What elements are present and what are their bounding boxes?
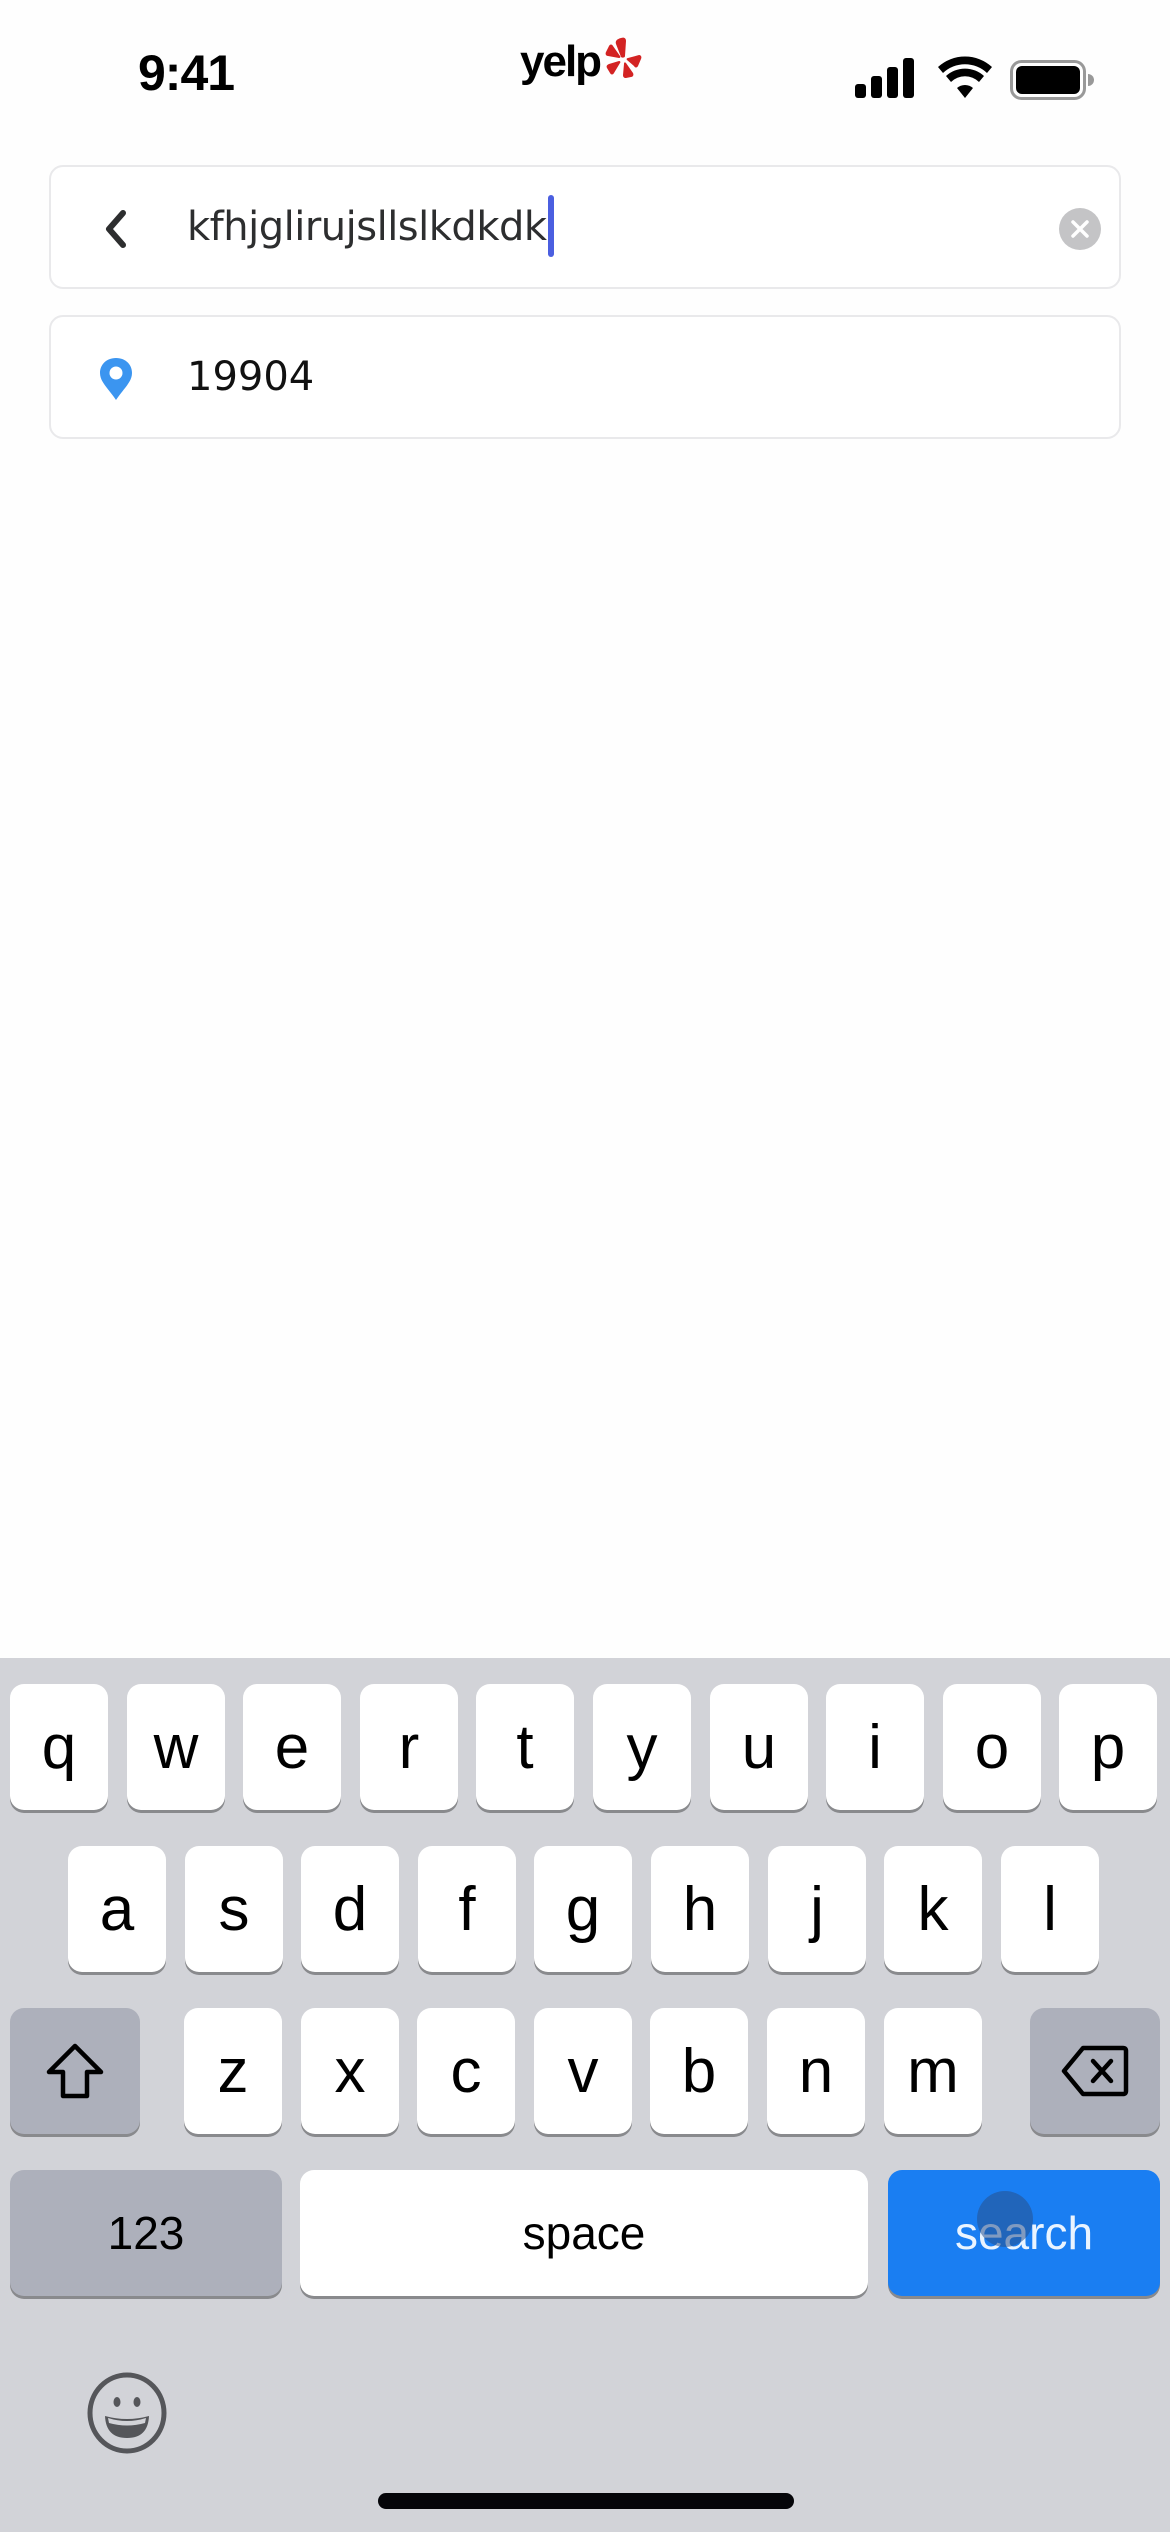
text-caret	[547, 195, 554, 257]
search-input[interactable]: kfhjglirujsllslkdkdk	[187, 167, 554, 287]
key-u[interactable]: u	[710, 1684, 808, 1810]
status-bar: 9:41 yelp	[0, 0, 1170, 140]
key-s[interactable]: s	[185, 1846, 283, 1972]
key-e[interactable]: e	[243, 1684, 341, 1810]
location-field[interactable]: 19904	[49, 315, 1121, 439]
key-g[interactable]: g	[534, 1846, 632, 1972]
location-pin-icon	[100, 358, 132, 400]
search-input-text: kfhjglirujsllslkdkdk	[187, 204, 547, 250]
key-n[interactable]: n	[767, 2008, 865, 2134]
key-c[interactable]: c	[417, 2008, 515, 2134]
home-indicator[interactable]	[378, 2493, 794, 2509]
numbers-key[interactable]: 123	[10, 2170, 282, 2296]
key-j[interactable]: j	[768, 1846, 866, 1972]
wifi-icon	[938, 56, 992, 98]
back-chevron-icon	[106, 210, 126, 248]
emoji-icon	[87, 2372, 167, 2454]
battery-icon	[1010, 60, 1094, 100]
key-f[interactable]: f	[418, 1846, 516, 1972]
key-x[interactable]: x	[301, 2008, 399, 2134]
touch-indicator	[977, 2191, 1033, 2247]
key-t[interactable]: t	[476, 1684, 574, 1810]
status-time: 9:41	[138, 45, 235, 101]
key-a[interactable]: a	[68, 1846, 166, 1972]
key-o[interactable]: o	[943, 1684, 1041, 1810]
delete-key[interactable]	[1030, 2008, 1160, 2134]
yelp-logo: yelp	[520, 36, 642, 86]
key-r[interactable]: r	[360, 1684, 458, 1810]
key-i[interactable]: i	[826, 1684, 924, 1810]
key-v[interactable]: v	[534, 2008, 632, 2134]
key-m[interactable]: m	[884, 2008, 982, 2134]
space-key[interactable]: space	[300, 2170, 868, 2296]
shift-key[interactable]	[10, 2008, 140, 2134]
key-l[interactable]: l	[1001, 1846, 1099, 1972]
key-q[interactable]: q	[10, 1684, 108, 1810]
key-z[interactable]: z	[184, 2008, 282, 2134]
cellular-signal-icon	[855, 58, 914, 98]
key-w[interactable]: w	[127, 1684, 225, 1810]
key-b[interactable]: b	[650, 2008, 748, 2134]
logo-text: yelp	[520, 37, 602, 86]
backspace-icon	[1061, 2045, 1129, 2097]
location-input[interactable]: 19904	[187, 317, 314, 437]
clear-search-button[interactable]	[1059, 208, 1101, 250]
location-pin	[91, 354, 141, 404]
key-p[interactable]: p	[1059, 1684, 1157, 1810]
back-button[interactable]	[91, 204, 141, 254]
yelp-burst-icon	[605, 37, 642, 78]
search-field[interactable]: kfhjglirujsllslkdkdk	[49, 165, 1121, 289]
key-h[interactable]: h	[651, 1846, 749, 1972]
key-k[interactable]: k	[884, 1846, 982, 1972]
clear-icon	[1071, 220, 1089, 238]
emoji-button[interactable]	[86, 2372, 168, 2459]
shift-icon	[46, 2043, 104, 2099]
key-y[interactable]: y	[593, 1684, 691, 1810]
key-d[interactable]: d	[301, 1846, 399, 1972]
